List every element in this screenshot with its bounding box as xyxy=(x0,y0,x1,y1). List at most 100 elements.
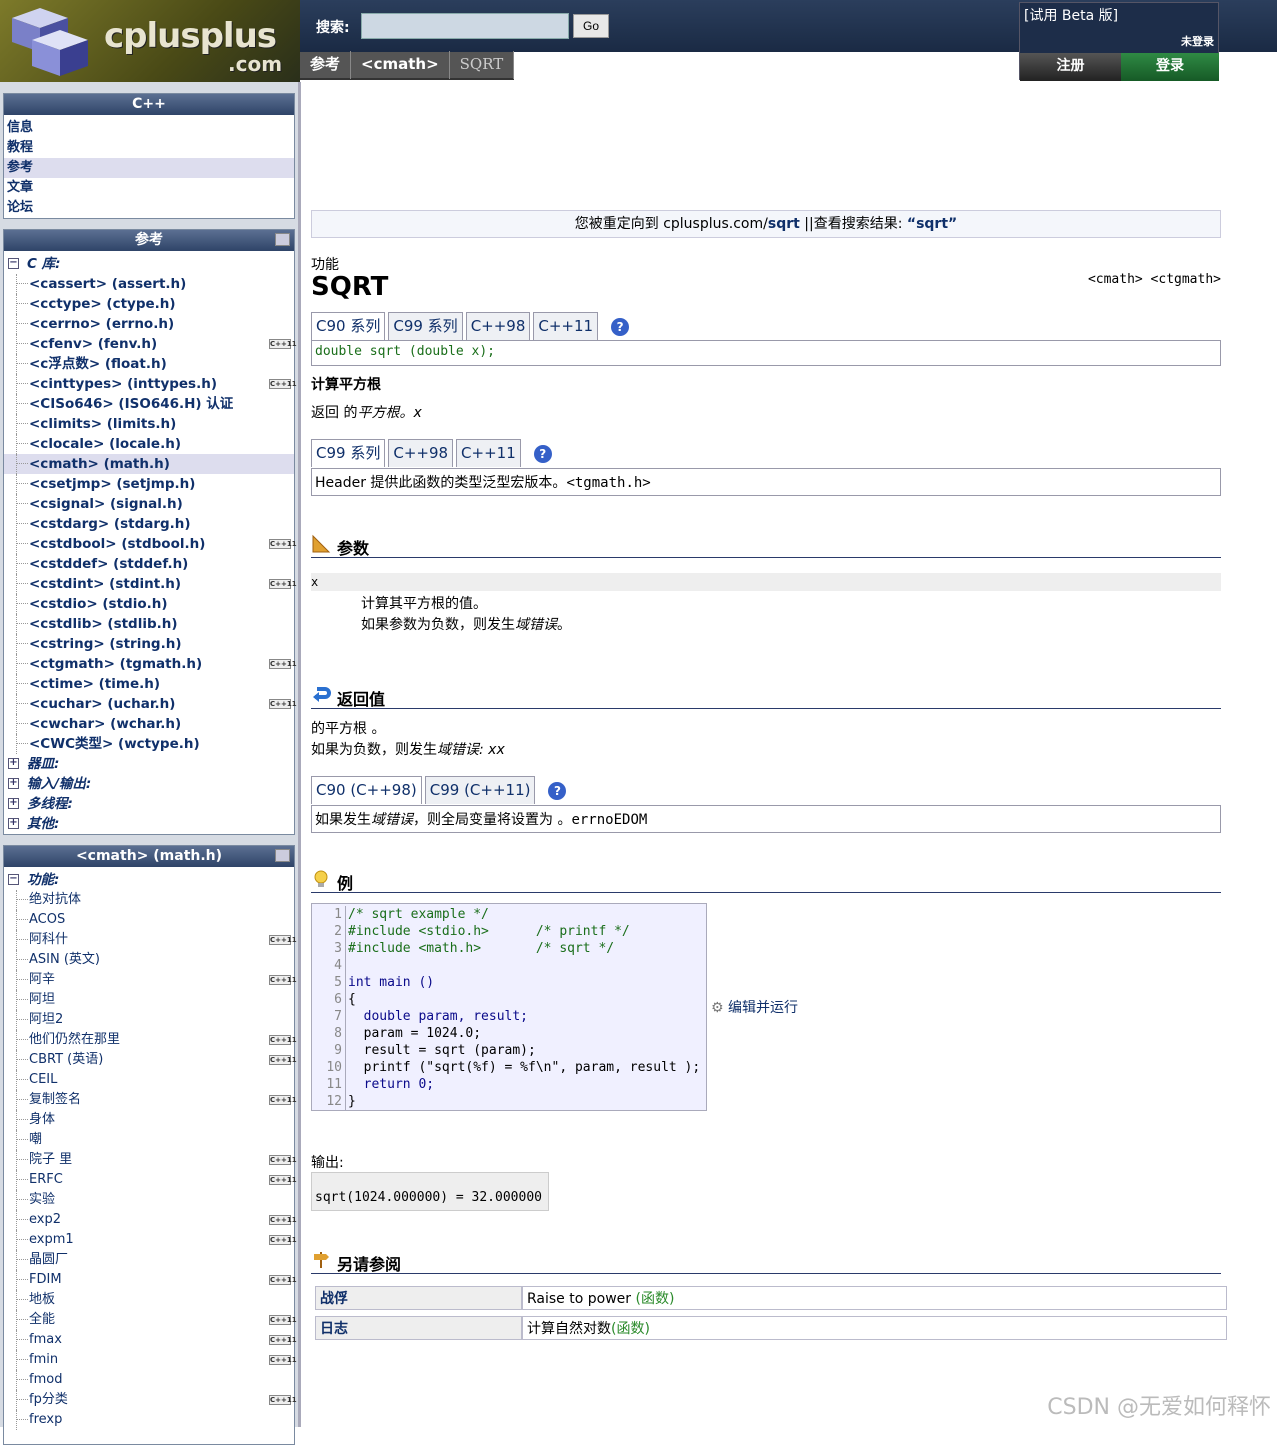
expand-toggle-icon[interactable]: + xyxy=(8,798,19,809)
cpp11-badge-icon: C++11 xyxy=(269,1155,297,1165)
help-icon[interactable]: ? xyxy=(533,445,552,463)
function-item[interactable]: ASIN (英文) xyxy=(4,950,294,970)
function-item[interactable]: fmin C++11 xyxy=(4,1350,297,1370)
ref-item[interactable]: <cerrno> (errno.h) xyxy=(4,314,294,334)
search-input[interactable] xyxy=(361,13,569,39)
tab-cpp11[interactable]: C++11 xyxy=(456,439,521,467)
ref-item[interactable]: <cstdlib> (stdlib.h) xyxy=(4,614,294,634)
ref-item[interactable]: <cmath> (math.h) xyxy=(4,454,294,474)
ref-category[interactable]: + 输入/输出: xyxy=(4,774,294,794)
ref-item[interactable]: <ctime> (time.h) xyxy=(4,674,294,694)
function-item[interactable]: 阿坦 xyxy=(4,990,294,1010)
go-button[interactable]: Go xyxy=(573,14,609,38)
tab-c99[interactable]: C99 系列 xyxy=(311,439,386,467)
function-item[interactable]: 阿科什 C++11 xyxy=(4,930,297,950)
function-item[interactable]: 身体 xyxy=(4,1110,294,1130)
ref-item[interactable]: <cwchar> (wchar.h) xyxy=(4,714,294,734)
function-item[interactable]: CBRT (英语) C++11 xyxy=(4,1050,297,1070)
tab-cpp11[interactable]: C++11 xyxy=(533,312,599,340)
ref-item[interactable]: <cstdbool> (stdbool.h) C++11 xyxy=(4,534,297,554)
collapse-icon[interactable] xyxy=(275,849,290,862)
nav-item-info[interactable]: 信息 xyxy=(4,118,294,138)
function-item[interactable]: 院子 里 C++11 xyxy=(4,1150,297,1170)
ref-item[interactable]: <ctgmath> (tgmath.h) C++11 xyxy=(4,654,297,674)
line-number: 6 xyxy=(334,992,342,1007)
login-button[interactable]: 登录 xyxy=(1121,53,1219,81)
ref-item[interactable]: <c浮点数> (float.h) xyxy=(4,354,294,374)
tab-c90-cpp98[interactable]: C90 (C++98) xyxy=(311,776,422,804)
function-item[interactable]: fp分类 C++11 xyxy=(4,1390,297,1410)
cpp11-badge-icon: C++11 xyxy=(269,1275,297,1285)
tab-c90[interactable]: C90 系列 xyxy=(311,312,386,340)
function-item[interactable]: 阿坦2 xyxy=(4,1010,294,1030)
beta-label[interactable]: [试用 Beta 版] xyxy=(1024,5,1118,25)
ref-category[interactable]: + 器皿: xyxy=(4,754,294,774)
function-item[interactable]: expm1 C++11 xyxy=(4,1230,297,1250)
function-item[interactable]: ERFC C++11 xyxy=(4,1170,297,1190)
site-logo[interactable]: cplusplus .com xyxy=(0,0,300,82)
see-also-name[interactable]: 战俘 xyxy=(315,1286,522,1310)
function-item[interactable]: exp2 C++11 xyxy=(4,1210,297,1230)
ref-item[interactable]: <csetjmp> (setjmp.h) xyxy=(4,474,294,494)
ref-item[interactable]: <cinttypes> (inttypes.h) C++11 xyxy=(4,374,297,394)
ref-item[interactable]: <cctype> (ctype.h) xyxy=(4,294,294,314)
register-button[interactable]: 注册 xyxy=(1020,53,1121,81)
function-item[interactable]: 实验 xyxy=(4,1190,294,1210)
see-also-name[interactable]: 日志 xyxy=(315,1316,522,1340)
redirect-link[interactable]: sqrt xyxy=(768,216,800,232)
function-item[interactable]: frexp xyxy=(4,1410,294,1430)
function-item[interactable]: 地板 xyxy=(4,1290,294,1310)
tab-c99-cpp11[interactable]: C99 (C++11) xyxy=(424,776,536,804)
edit-run-link[interactable]: ⚙ 编辑并运行 xyxy=(711,997,798,1017)
function-item[interactable]: 嘲 xyxy=(4,1130,294,1150)
expand-toggle-icon[interactable]: + xyxy=(8,758,19,769)
search-results-link[interactable]: “sqrt” xyxy=(907,216,957,232)
ref-item[interactable]: <cstdarg> (stdarg.h) xyxy=(4,514,294,534)
ref-category[interactable]: − C 库: xyxy=(4,254,294,274)
collapse-toggle-icon[interactable]: − xyxy=(8,874,19,885)
ref-item[interactable]: <cstdio> (stdio.h) xyxy=(4,594,294,614)
collapse-icon[interactable] xyxy=(275,233,290,246)
function-item[interactable]: 阿辛 C++11 xyxy=(4,970,297,990)
function-item[interactable]: 晶圆厂 xyxy=(4,1250,294,1270)
expand-toggle-icon[interactable]: + xyxy=(8,818,19,829)
nav-item-forum[interactable]: 论坛 xyxy=(4,198,294,218)
ref-item[interactable]: <CWC类型> (wctype.h) xyxy=(4,734,294,754)
ref-item[interactable]: <clocale> (locale.h) xyxy=(4,434,294,454)
function-item[interactable]: 绝对抗体 xyxy=(4,890,294,910)
nav-item-articles[interactable]: 文章 xyxy=(4,178,294,198)
function-item[interactable]: fmax C++11 xyxy=(4,1330,297,1350)
tab-c99[interactable]: C99 系列 xyxy=(388,312,463,340)
ref-item[interactable]: <cfenv> (fenv.h) C++11 xyxy=(4,334,297,354)
breadcrumb-reference[interactable]: 参考 xyxy=(300,51,352,79)
function-item[interactable]: 他们仍然在那里 C++11 xyxy=(4,1030,297,1050)
function-item[interactable]: 复制签名 C++11 xyxy=(4,1090,297,1110)
ref-item[interactable]: <cstdint> (stdint.h) C++11 xyxy=(4,574,297,594)
nav-item-reference[interactable]: 参考 xyxy=(4,158,294,178)
ref-category[interactable]: + 其他: xyxy=(4,814,294,834)
expand-toggle-icon[interactable]: + xyxy=(8,778,19,789)
breadcrumb-cmath[interactable]: <cmath> xyxy=(351,51,450,79)
ref-item[interactable]: <climits> (limits.h) xyxy=(4,414,294,434)
ref-category[interactable]: + 多线程: xyxy=(4,794,294,814)
function-item[interactable]: 全能 C++11 xyxy=(4,1310,297,1330)
function-item[interactable]: ACOS xyxy=(4,910,294,930)
ref-item[interactable]: <csignal> (signal.h) xyxy=(4,494,294,514)
help-icon[interactable]: ? xyxy=(611,318,630,336)
help-icon[interactable]: ? xyxy=(548,782,567,800)
collapse-toggle-icon[interactable]: − xyxy=(8,258,19,269)
param-error-text: 如果参数为负数，则发生 xyxy=(361,617,515,633)
ref-item[interactable]: <cassert> (assert.h) xyxy=(4,274,294,294)
nav-item-tutorials[interactable]: 教程 xyxy=(4,138,294,158)
function-item[interactable]: FDIM C++11 xyxy=(4,1270,297,1290)
ref-item[interactable]: <cstring> (string.h) xyxy=(4,634,294,654)
tab-cpp98[interactable]: C++98 xyxy=(465,312,531,340)
ref-item[interactable]: <CISo646> (ISO646.H) 认证 xyxy=(4,394,294,414)
ref-item[interactable]: <cstddef> (stddef.h) xyxy=(4,554,294,574)
functions-category[interactable]: − 功能: xyxy=(4,870,294,890)
function-item[interactable]: CEIL xyxy=(4,1070,294,1090)
tab-cpp98[interactable]: C++98 xyxy=(388,439,454,467)
function-item[interactable]: fmod xyxy=(4,1370,294,1390)
param-error-end: 。 xyxy=(557,617,571,633)
ref-item[interactable]: <cuchar> (uchar.h) C++11 xyxy=(4,694,297,714)
